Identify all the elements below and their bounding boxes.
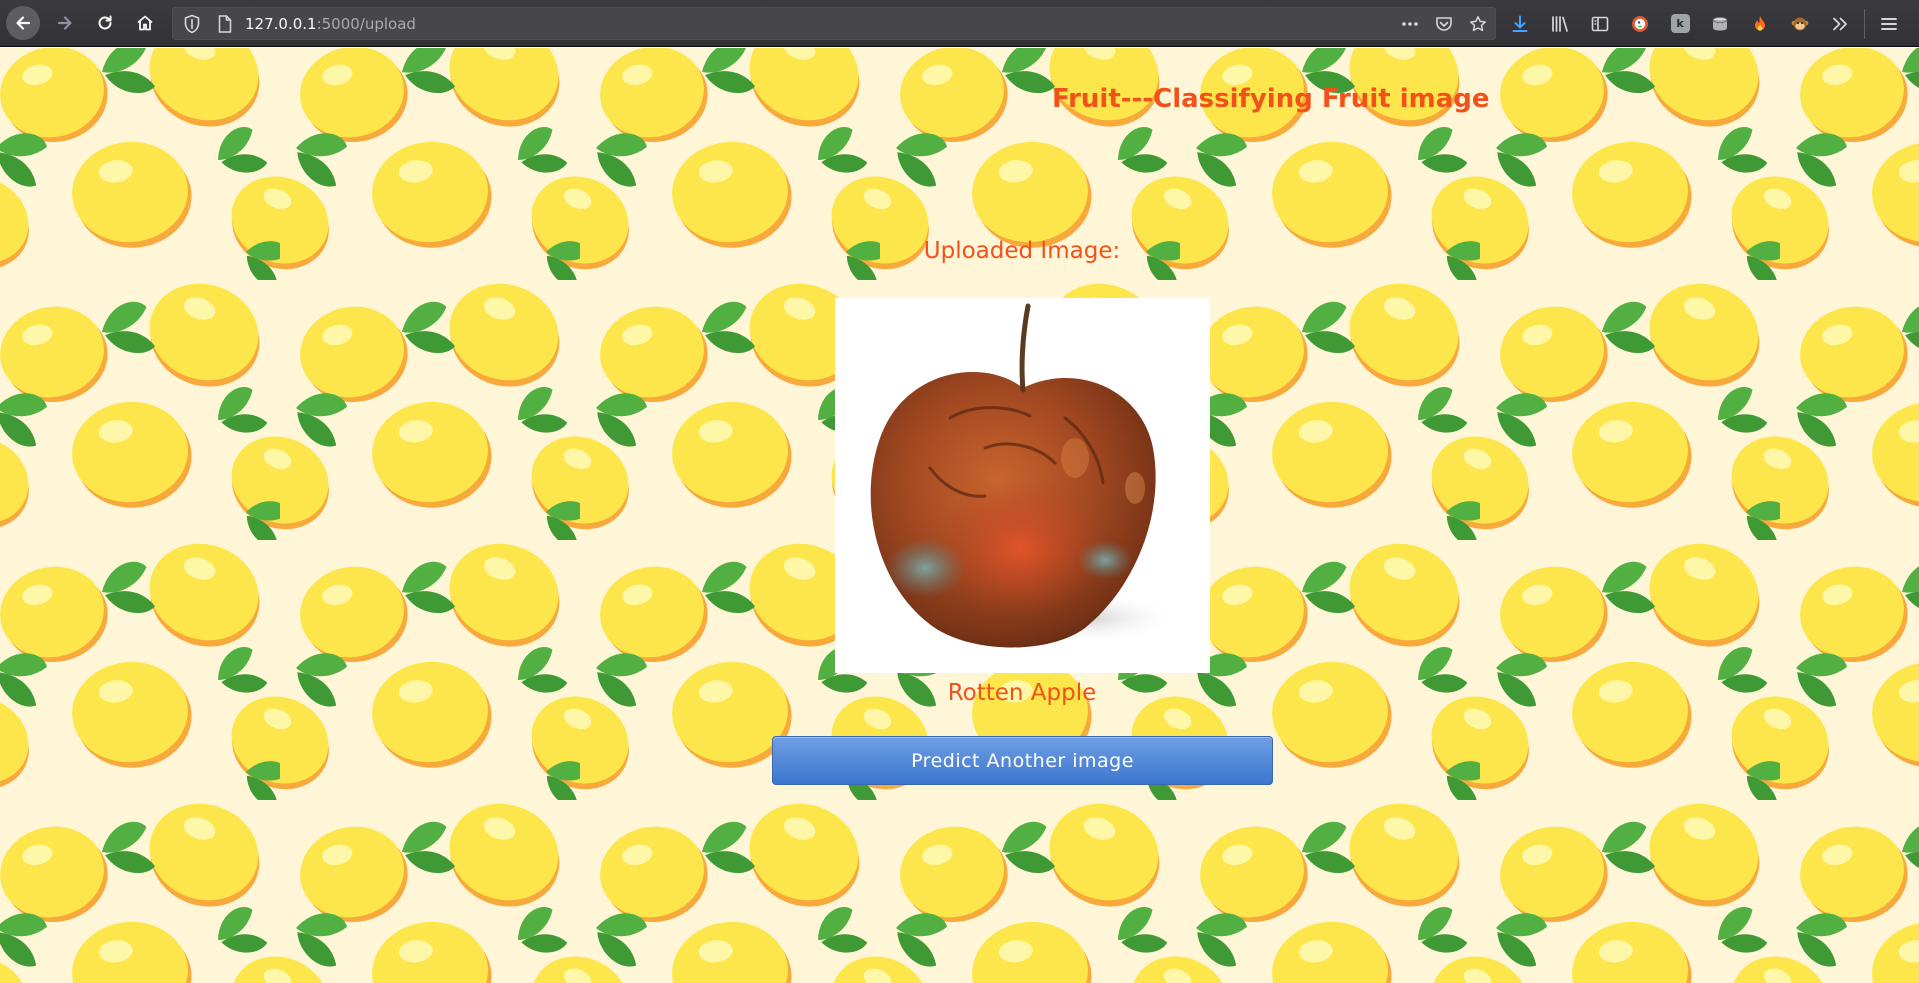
prediction-result: Rotten Apple	[947, 680, 1097, 706]
pocket-icon[interactable]	[1427, 8, 1461, 39]
library-icon[interactable]	[1540, 0, 1580, 47]
url-text[interactable]: 127.0.0.1:5000/upload	[245, 15, 416, 34]
extension-cylinder-icon[interactable]	[1700, 0, 1740, 47]
predict-another-button[interactable]: Predict Another image	[772, 736, 1273, 785]
page-info-icon[interactable]	[217, 14, 233, 34]
extension-fire-icon[interactable]	[1740, 0, 1780, 47]
reload-icon[interactable]	[88, 6, 122, 40]
back-icon[interactable]	[6, 6, 40, 40]
extension-k-icon[interactable]: k	[1660, 0, 1700, 47]
tracking-shield-icon[interactable]	[183, 14, 201, 34]
hamburger-menu-icon[interactable]	[1869, 0, 1909, 47]
home-icon[interactable]	[128, 6, 162, 40]
url-host: 127.0.0.1	[245, 15, 317, 33]
rotten-apple-picture	[835, 298, 1210, 673]
toolbar-divider	[1864, 8, 1865, 39]
star-icon[interactable]	[1461, 8, 1495, 39]
uploaded-image-label: Uploaded Image:	[923, 238, 1121, 264]
forward-icon[interactable]	[48, 6, 82, 40]
address-bar[interactable]: 127.0.0.1:5000/upload	[172, 7, 1496, 40]
sidebar-icon[interactable]	[1580, 0, 1620, 47]
duckduckgo-icon[interactable]	[1620, 0, 1660, 47]
uploaded-image	[835, 298, 1210, 673]
more-actions-icon[interactable]	[1393, 8, 1427, 39]
extension-monkey-icon[interactable]	[1780, 0, 1820, 47]
download-icon[interactable]	[1500, 0, 1540, 47]
url-path: :5000/upload	[316, 15, 416, 33]
overflow-chevron-icon[interactable]	[1820, 0, 1860, 47]
page-title: Fruit---Classifying Fruit image	[1052, 84, 1490, 114]
browser-toolbar: 127.0.0.1:5000/upload k	[0, 0, 1919, 47]
page-viewport: Fruit---Classifying Fruit image Uploaded…	[0, 48, 1919, 983]
toolbar-tools: k	[1500, 0, 1909, 47]
